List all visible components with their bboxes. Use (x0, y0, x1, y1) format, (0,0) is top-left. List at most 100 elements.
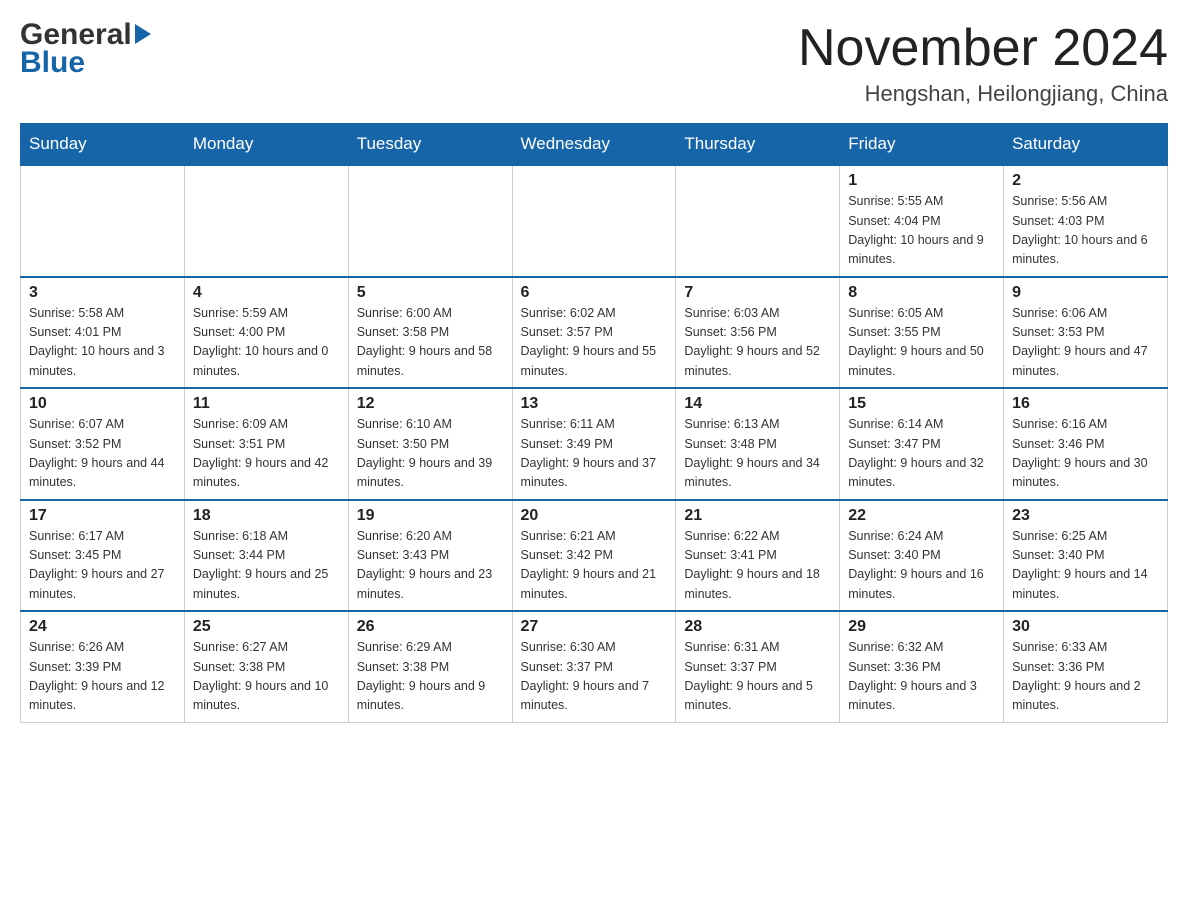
calendar-cell: 28 Sunrise: 6:31 AMSunset: 3:37 PMDayligh… (676, 611, 840, 722)
day-info: Sunrise: 6:24 AMSunset: 3:40 PMDaylight:… (848, 527, 995, 605)
calendar-cell: 27Sunrise: 6:30 AMSunset: 3:37 PMDayligh… (512, 611, 676, 722)
day-number: 25 (193, 618, 340, 636)
day-number: 28 (684, 618, 831, 636)
week-row-1: 3 Sunrise: 5:58 AMSunset: 4:01 PMDaylight… (21, 277, 1168, 389)
calendar-cell: 6Sunrise: 6:02 AMSunset: 3:57 PMDaylight… (512, 277, 676, 389)
day-info: Sunrise: 6:22 AMSunset: 3:41 PMDaylight:… (684, 527, 831, 605)
title-area: November 2024 Hengshan, Heilongjiang, Ch… (798, 20, 1168, 107)
day-number: 5 (357, 284, 504, 302)
day-info: Sunrise: 6:06 AMSunset: 3:53 PMDaylight:… (1012, 304, 1159, 382)
header: General Blue November 2024 Hengshan, Hei… (20, 20, 1168, 107)
day-info: Sunrise: 6:18 AMSunset: 3:44 PMDaylight:… (193, 527, 340, 605)
calendar-cell: 22 Sunrise: 6:24 AMSunset: 3:40 PMDayligh… (840, 500, 1004, 612)
day-number: 4 (193, 284, 340, 302)
calendar-cell (676, 165, 840, 277)
day-info: Sunrise: 6:25 AMSunset: 3:40 PMDaylight:… (1012, 527, 1159, 605)
calendar-cell: 9 Sunrise: 6:06 AMSunset: 3:53 PMDaylight… (1004, 277, 1168, 389)
calendar-cell: 30 Sunrise: 6:33 AMSunset: 3:36 PMDayligh… (1004, 611, 1168, 722)
weekday-header-friday: Friday (840, 124, 1004, 166)
day-info: Sunrise: 5:59 AMSunset: 4:00 PMDaylight:… (193, 304, 340, 382)
day-info: Sunrise: 6:31 AMSunset: 3:37 PMDaylight:… (684, 638, 831, 716)
day-number: 16 (1012, 395, 1159, 413)
calendar-cell: 11 Sunrise: 6:09 AMSunset: 3:51 PMDayligh… (184, 388, 348, 500)
calendar-cell (512, 165, 676, 277)
day-number: 2 (1012, 172, 1159, 190)
day-number: 24 (29, 618, 176, 636)
weekday-header-sunday: Sunday (21, 124, 185, 166)
day-info: Sunrise: 6:26 AMSunset: 3:39 PMDaylight:… (29, 638, 176, 716)
day-number: 13 (521, 395, 668, 413)
day-info: Sunrise: 6:33 AMSunset: 3:36 PMDaylight:… (1012, 638, 1159, 716)
calendar-cell: 10Sunrise: 6:07 AMSunset: 3:52 PMDayligh… (21, 388, 185, 500)
day-number: 20 (521, 507, 668, 525)
day-number: 6 (521, 284, 668, 302)
day-number: 21 (684, 507, 831, 525)
day-number: 17 (29, 507, 176, 525)
calendar-cell: 14 Sunrise: 6:13 AMSunset: 3:48 PMDayligh… (676, 388, 840, 500)
day-info: Sunrise: 6:10 AMSunset: 3:50 PMDaylight:… (357, 415, 504, 493)
calendar-cell: 17 Sunrise: 6:17 AMSunset: 3:45 PMDayligh… (21, 500, 185, 612)
calendar-cell (348, 165, 512, 277)
calendar-cell: 18 Sunrise: 6:18 AMSunset: 3:44 PMDayligh… (184, 500, 348, 612)
calendar-cell: 23Sunrise: 6:25 AMSunset: 3:40 PMDayligh… (1004, 500, 1168, 612)
day-number: 22 (848, 507, 995, 525)
day-number: 7 (684, 284, 831, 302)
calendar-cell: 20 Sunrise: 6:21 AMSunset: 3:42 PMDayligh… (512, 500, 676, 612)
week-row-4: 24 Sunrise: 6:26 AMSunset: 3:39 PMDayligh… (21, 611, 1168, 722)
weekday-header-wednesday: Wednesday (512, 124, 676, 166)
day-number: 14 (684, 395, 831, 413)
day-number: 11 (193, 395, 340, 413)
day-info: Sunrise: 6:30 AMSunset: 3:37 PMDaylight:… (521, 638, 668, 716)
logo: General Blue (20, 20, 151, 80)
week-row-3: 17 Sunrise: 6:17 AMSunset: 3:45 PMDayligh… (21, 500, 1168, 612)
calendar-cell: 5 Sunrise: 6:00 AMSunset: 3:58 PMDaylight… (348, 277, 512, 389)
day-number: 15 (848, 395, 995, 413)
day-info: Sunrise: 6:21 AMSunset: 3:42 PMDaylight:… (521, 527, 668, 605)
day-info: Sunrise: 6:27 AMSunset: 3:38 PMDaylight:… (193, 638, 340, 716)
day-info: Sunrise: 5:56 AMSunset: 4:03 PMDaylight:… (1012, 192, 1159, 270)
day-info: Sunrise: 6:11 AMSunset: 3:49 PMDaylight:… (521, 415, 668, 493)
calendar-subtitle: Hengshan, Heilongjiang, China (798, 81, 1168, 107)
calendar-cell: 15 Sunrise: 6:14 AMSunset: 3:47 PMDayligh… (840, 388, 1004, 500)
day-info: Sunrise: 6:07 AMSunset: 3:52 PMDaylight:… (29, 415, 176, 493)
calendar-cell: 12 Sunrise: 6:10 AMSunset: 3:50 PMDayligh… (348, 388, 512, 500)
calendar-table: SundayMondayTuesdayWednesdayThursdayFrid… (20, 123, 1168, 723)
day-info: Sunrise: 6:16 AMSunset: 3:46 PMDaylight:… (1012, 415, 1159, 493)
calendar-cell: 16 Sunrise: 6:16 AMSunset: 3:46 PMDayligh… (1004, 388, 1168, 500)
weekday-header-saturday: Saturday (1004, 124, 1168, 166)
day-number: 3 (29, 284, 176, 302)
day-number: 9 (1012, 284, 1159, 302)
logo-blue-text: Blue (20, 46, 151, 80)
calendar-cell: 1Sunrise: 5:55 AMSunset: 4:04 PMDaylight… (840, 165, 1004, 277)
weekday-header-monday: Monday (184, 124, 348, 166)
logo-arrow-icon (135, 24, 151, 44)
calendar-cell: 29Sunrise: 6:32 AMSunset: 3:36 PMDayligh… (840, 611, 1004, 722)
day-number: 26 (357, 618, 504, 636)
day-number: 19 (357, 507, 504, 525)
calendar-cell: 13 Sunrise: 6:11 AMSunset: 3:49 PMDayligh… (512, 388, 676, 500)
day-number: 12 (357, 395, 504, 413)
day-info: Sunrise: 6:14 AMSunset: 3:47 PMDaylight:… (848, 415, 995, 493)
weekday-header-thursday: Thursday (676, 124, 840, 166)
calendar-cell: 21 Sunrise: 6:22 AMSunset: 3:41 PMDayligh… (676, 500, 840, 612)
day-number: 30 (1012, 618, 1159, 636)
calendar-title: November 2024 (798, 20, 1168, 77)
week-row-0: 1Sunrise: 5:55 AMSunset: 4:04 PMDaylight… (21, 165, 1168, 277)
calendar-cell: 4 Sunrise: 5:59 AMSunset: 4:00 PMDaylight… (184, 277, 348, 389)
day-info: Sunrise: 6:29 AMSunset: 3:38 PMDaylight:… (357, 638, 504, 716)
day-info: Sunrise: 6:03 AMSunset: 3:56 PMDaylight:… (684, 304, 831, 382)
day-info: Sunrise: 5:58 AMSunset: 4:01 PMDaylight:… (29, 304, 176, 382)
day-info: Sunrise: 6:17 AMSunset: 3:45 PMDaylight:… (29, 527, 176, 605)
calendar-cell (21, 165, 185, 277)
calendar-cell: 2 Sunrise: 5:56 AMSunset: 4:03 PMDaylight… (1004, 165, 1168, 277)
day-number: 18 (193, 507, 340, 525)
calendar-cell: 3 Sunrise: 5:58 AMSunset: 4:01 PMDaylight… (21, 277, 185, 389)
day-info: Sunrise: 6:00 AMSunset: 3:58 PMDaylight:… (357, 304, 504, 382)
day-number: 8 (848, 284, 995, 302)
weekday-header-tuesday: Tuesday (348, 124, 512, 166)
calendar-cell (184, 165, 348, 277)
day-info: Sunrise: 6:09 AMSunset: 3:51 PMDaylight:… (193, 415, 340, 493)
day-info: Sunrise: 6:13 AMSunset: 3:48 PMDaylight:… (684, 415, 831, 493)
calendar-cell: 25 Sunrise: 6:27 AMSunset: 3:38 PMDayligh… (184, 611, 348, 722)
calendar-cell: 24 Sunrise: 6:26 AMSunset: 3:39 PMDayligh… (21, 611, 185, 722)
